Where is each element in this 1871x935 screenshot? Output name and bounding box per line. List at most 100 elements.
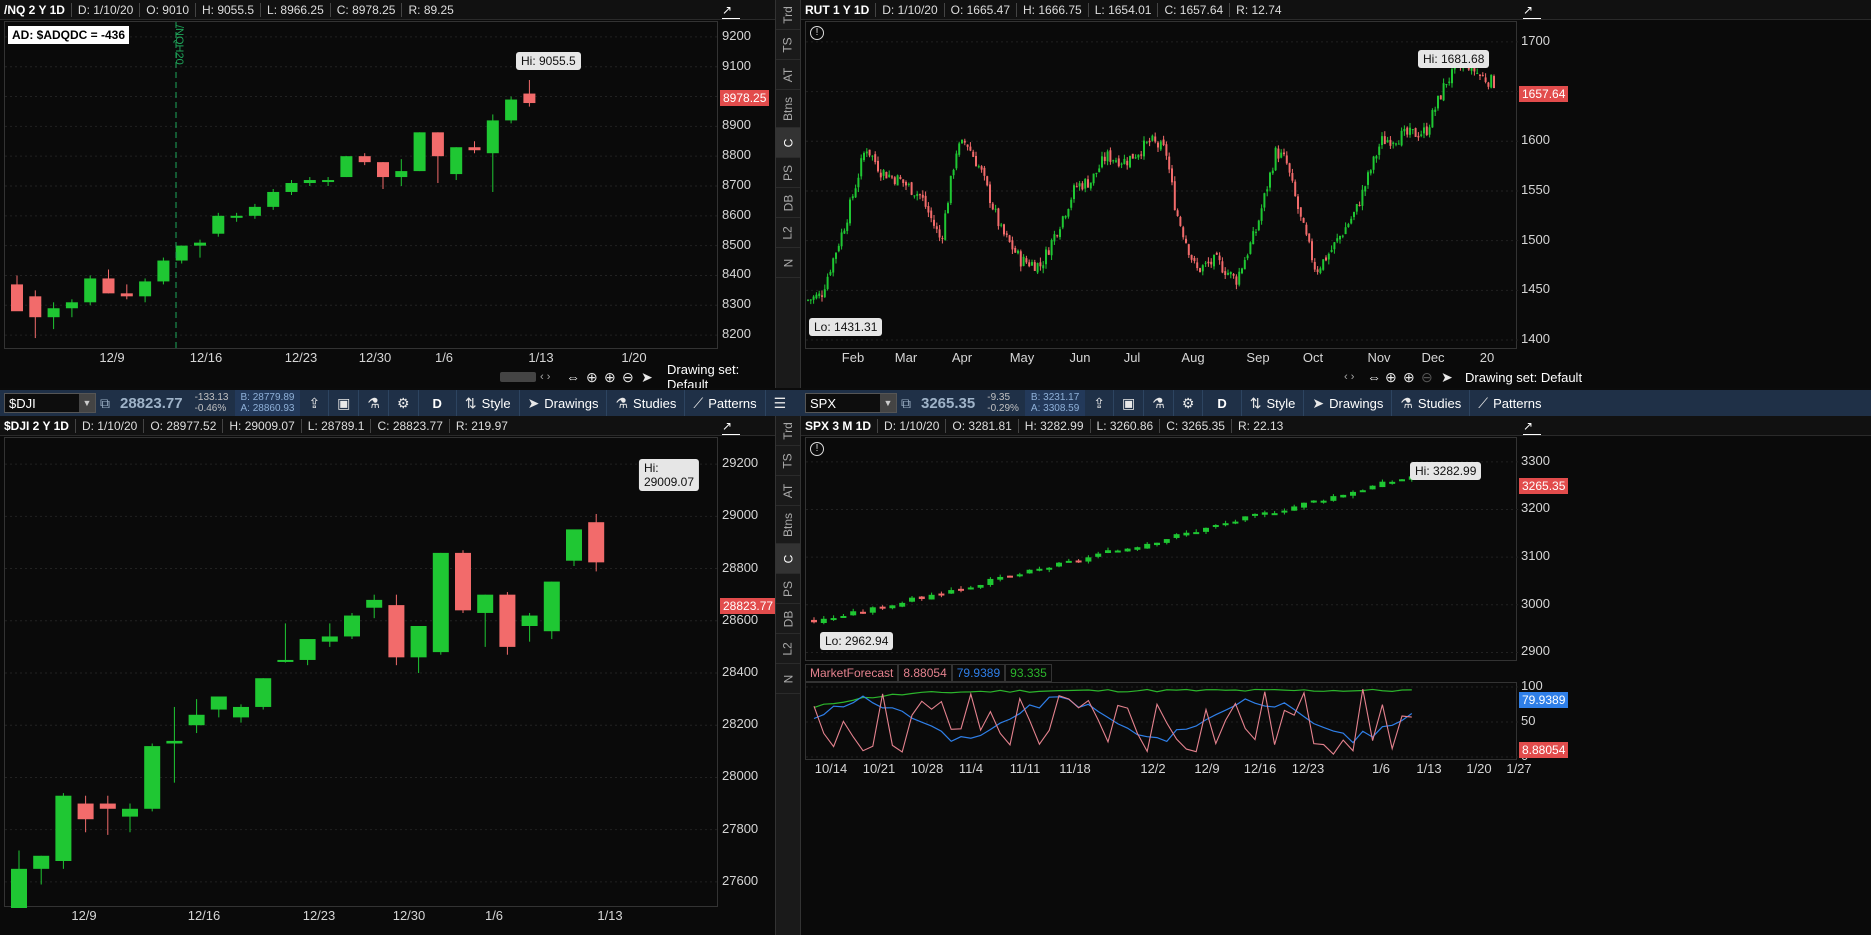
rut-zoom-out-icon[interactable]: ⊖ [1421,369,1433,386]
settings-button[interactable]: ⚙ [1174,390,1204,416]
tab-ts-lower[interactable]: TS [776,446,800,476]
tab-l2-lower[interactable]: L2 [776,634,800,664]
rut-scroll-arrows[interactable]: ‹ › [1344,371,1354,383]
nq-price-axis[interactable]: 9200910090008900880087008600850084008300… [718,21,774,349]
nq-candle [358,156,371,163]
rut-plot-area[interactable]: ! Hi: 1681.68 Lo: 1431.31 [805,21,1518,349]
spx-candle [928,594,935,600]
dji-candle [455,552,471,611]
tab-trd-lower[interactable]: Trd [776,416,800,446]
rut-candle [1442,83,1445,101]
spx-plot-area[interactable]: ! Hi: 3282.99 Lo: 2962.94 [805,437,1518,661]
flask-icon: ⚗ [367,394,380,411]
nq-pointer-icon[interactable]: ➤ [641,369,653,386]
settings-button[interactable]: ⚙ [389,390,419,416]
rut-candle [1249,242,1252,254]
rut-crosshair-icon[interactable]: ⊕ [1385,369,1397,386]
rut-lo-label: Lo: 1431.31 [809,318,883,336]
chevron-down-icon[interactable]: ▼ [79,394,95,412]
tab-db-lower[interactable]: DB [776,604,800,634]
nq-expand-icon[interactable]: ⇔ [566,369,580,385]
tab-at[interactable]: AT [776,60,800,90]
dji-symbol-label[interactable]: $DJI 2 Y 1D [0,418,76,433]
spx-candle [850,611,857,616]
tab-trd[interactable]: Trd [776,0,800,30]
nq-xtick: 12/9 [99,350,125,365]
dji-drawing-tool-icon[interactable]: ↗ [722,419,740,435]
rut-expand-icon[interactable]: ⇔ [1367,369,1381,385]
snapshot-button[interactable]: ▣ [1114,390,1145,416]
period-button[interactable]: D [1203,390,1242,416]
tab-c-lower[interactable]: C [776,544,800,574]
link-icon[interactable]: ⧉ [96,395,114,412]
rut-drawing-tool-icon[interactable]: ↗ [1523,3,1541,19]
study-plot-area[interactable] [805,682,1518,760]
nq-drawing-tool-icon[interactable]: ↗ [722,3,740,19]
tab-ts[interactable]: TS [776,30,800,60]
tab-at-lower[interactable]: AT [776,476,800,506]
rut-pointer-icon[interactable]: ➤ [1441,369,1453,386]
nq-crosshair-icon[interactable]: ⊕ [586,369,598,386]
dji-price-axis[interactable]: 29200 29000 28800 28600 28400 28200 28000 27800… [718,437,774,907]
drawings-button[interactable]: ➤ Drawings [1304,390,1393,416]
chevron-down-icon[interactable]: ▼ [880,394,896,412]
rut-symbol-label[interactable]: RUT 1 Y 1D [801,2,877,17]
menu-button[interactable]: ☰ [766,390,795,416]
tab-btns-lower[interactable]: Btns [776,506,800,544]
flask-button[interactable]: ⚗ [1144,390,1174,416]
rut-candle [1305,224,1308,235]
nq-scrollbar[interactable] [500,372,536,382]
nq-drawing-set[interactable]: Drawing set: Default [667,362,777,388]
tab-n-lower[interactable]: N [776,664,800,694]
spx-candle [987,578,994,585]
rut-candle [1434,109,1437,112]
rut-price-axis[interactable]: 1700165016001550150014501400 [1517,21,1571,349]
rut-zoom-in-icon[interactable]: ⊕ [1403,369,1415,386]
tab-n[interactable]: N [776,248,800,278]
studies-button[interactable]: ⚗ Studies [1392,390,1471,416]
snapshot-button[interactable]: ▣ [329,390,360,416]
spx-price-axis[interactable]: 3300 3200 3100 3000 2900 [1517,437,1571,661]
rut-candle [1375,156,1378,159]
spx-symbol-label[interactable]: SPX 3 M 1D [801,418,879,433]
drawings-button[interactable]: ➤ Drawings [520,390,608,416]
tab-ps-lower[interactable]: PS [776,574,800,604]
spx-candle [997,576,1004,580]
dji-xtick: 12/23 [302,908,336,923]
nq-plot-area[interactable]: AD: $ADQDC = -436 /NQH20 Hi: 9055.5 [4,21,719,350]
share-button[interactable]: ⇪ [300,390,330,416]
nq-ytick: 8400 [722,266,751,282]
link-icon[interactable]: ⧉ [897,395,915,412]
style-button[interactable]: ⇅ Style [1242,390,1305,416]
nq-zoom-out-icon[interactable]: ⊖ [622,369,634,386]
flask-button[interactable]: ⚗ [359,390,389,416]
tab-l2[interactable]: L2 [776,218,800,248]
style-button[interactable]: ⇅ Style [457,390,520,416]
nq-symbol-label[interactable]: /NQ 2 Y 1D [0,2,72,17]
nq-low: L: 8966.25 [261,2,331,17]
rut-drawing-set[interactable]: Drawing set: Default [1465,370,1582,385]
dji-symbol-input[interactable]: $DJI ▼ [4,393,96,413]
tab-btns[interactable]: Btns [776,90,800,128]
nq-scroll-arrows[interactable]: ‹ › [540,371,550,383]
nq-zoom-in-icon[interactable]: ⊕ [604,369,616,386]
rut-alert-icon[interactable]: ! [810,26,824,40]
studies-button[interactable]: ⚗ Studies [607,390,686,416]
tab-c[interactable]: C [776,128,800,158]
patterns-button[interactable]: ⟋ Patterns [1470,390,1549,416]
flask-icon: ⚗ [1152,394,1165,411]
spx-xtick: 12/23 [1291,761,1325,776]
spx-alert-icon[interactable]: ! [810,442,824,456]
nq-candle [413,132,426,172]
share-button[interactable]: ⇪ [1085,390,1115,416]
period-button[interactable]: D [419,390,457,416]
dji-plot-area[interactable]: Hi: 29009.07 [4,437,719,908]
spx-drawing-tool-icon[interactable]: ↗ [1523,419,1541,435]
tab-db[interactable]: DB [776,188,800,218]
dji-time-axis[interactable]: 12/9 12/16 12/23 12/30 1/6 1/13 [4,908,718,926]
spx-time-axis[interactable]: 10/14 10/21 10/28 11/4 11/11 11/18 12/2 12/9 12/… [805,761,1532,779]
spx-symbol-input[interactable]: SPX ▼ [805,393,897,413]
patterns-button[interactable]: ⟋ Patterns [685,390,766,416]
tab-ps[interactable]: PS [776,158,800,188]
study-line-blue [813,695,1413,744]
